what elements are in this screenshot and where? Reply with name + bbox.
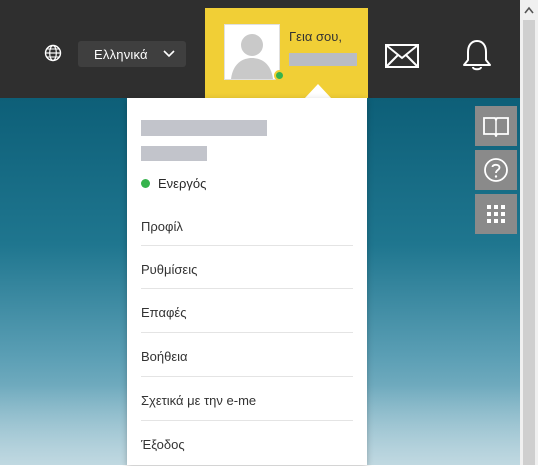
status-dot	[141, 179, 150, 188]
book-button[interactable]	[475, 106, 517, 146]
scroll-up-button[interactable]	[520, 0, 538, 20]
dropdown-caret	[304, 84, 332, 99]
book-icon	[483, 117, 509, 137]
mail-icon[interactable]	[384, 42, 420, 70]
menu-item-profile[interactable]: Προφίλ	[141, 204, 353, 248]
divider	[141, 420, 353, 421]
menu-item-contacts[interactable]: Επαφές	[141, 290, 353, 334]
menu-item-label: Επαφές	[141, 304, 187, 320]
menu-item-settings[interactable]: Ρυθμίσεις	[141, 247, 353, 291]
help-icon	[484, 158, 508, 182]
user-silhouette-icon	[231, 34, 273, 79]
user-name-redacted	[289, 53, 357, 66]
status-indicator: Ενεργός	[141, 176, 206, 191]
menu-item-label: Σχετικά με την e-me	[141, 392, 257, 408]
divider	[141, 332, 353, 333]
language-label: Ελληνικά	[94, 46, 148, 62]
user-fullname-redacted	[141, 120, 267, 136]
language-select[interactable]: Ελληνικά	[78, 41, 186, 67]
online-status-dot	[274, 70, 285, 81]
user-dropdown-menu: Ενεργός Προφίλ Ρυθμίσεις Επαφές Βοήθεια …	[127, 98, 367, 465]
divider	[141, 288, 353, 289]
apps-button[interactable]	[475, 194, 517, 234]
user-role-redacted	[141, 146, 207, 161]
help-button[interactable]	[475, 150, 517, 190]
top-bar: Ελληνικά Γεια σου,	[0, 0, 520, 98]
user-menu-toggle[interactable]: Γεια σου,	[205, 8, 368, 98]
menu-item-label: Βοήθεια	[141, 348, 188, 364]
avatar	[224, 24, 280, 80]
menu-item-label: Έξοδος	[141, 436, 185, 452]
divider	[141, 245, 353, 246]
status-label: Ενεργός	[158, 176, 207, 191]
menu-item-logout[interactable]: Έξοδος	[141, 422, 353, 466]
chevron-down-icon	[163, 50, 175, 58]
vertical-scrollbar[interactable]	[520, 0, 538, 465]
apps-grid-icon	[487, 205, 505, 223]
divider	[141, 376, 353, 377]
bell-icon[interactable]	[462, 38, 492, 72]
menu-item-about[interactable]: Σχετικά με την e-me	[141, 378, 353, 422]
globe-icon[interactable]	[44, 44, 62, 62]
menu-item-help[interactable]: Βοήθεια	[141, 334, 353, 378]
greeting-text: Γεια σου,	[289, 29, 342, 44]
chevron-up-icon	[524, 6, 534, 14]
scroll-thumb[interactable]	[523, 20, 535, 465]
menu-item-label: Ρυθμίσεις	[141, 261, 198, 277]
menu-item-label: Προφίλ	[141, 218, 183, 234]
